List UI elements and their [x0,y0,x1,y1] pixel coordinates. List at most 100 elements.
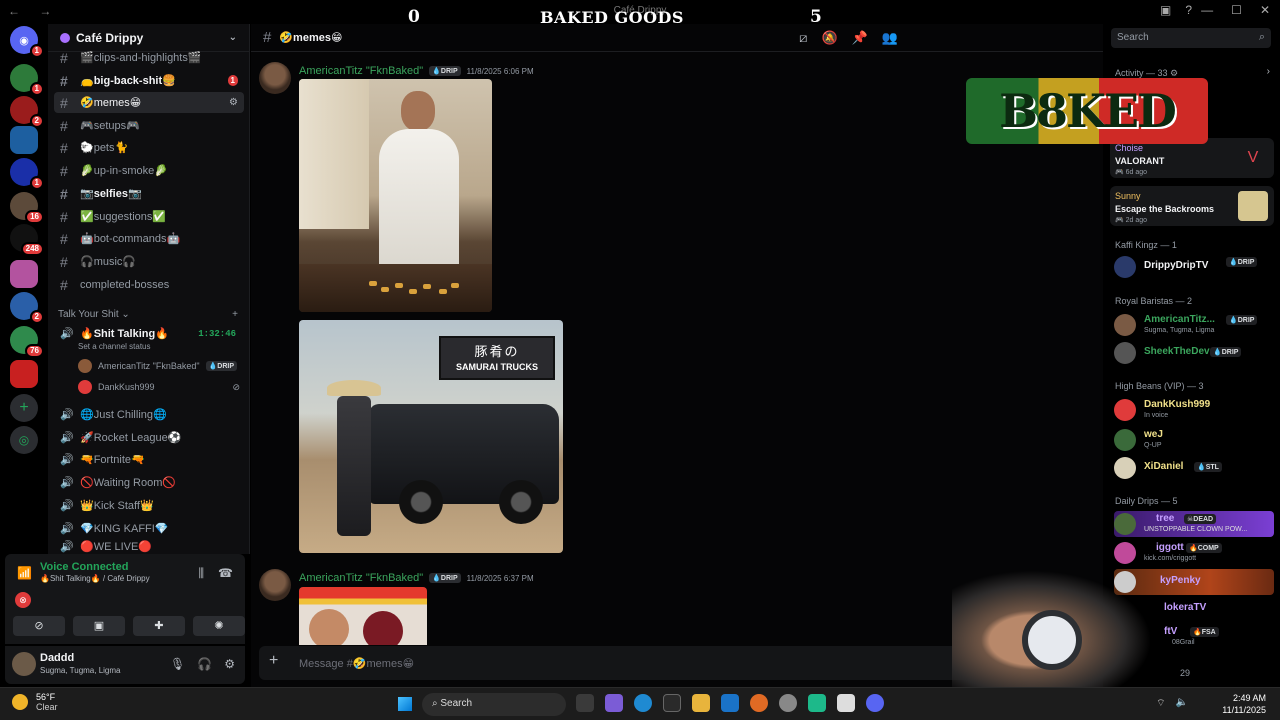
minimize-button[interactable]: — [1201,3,1213,17]
channel-item[interactable]: # ✅suggestions✅ [54,206,244,227]
inbox-icon[interactable]: ▣ [1160,3,1171,17]
help-icon[interactable]: ? [1185,3,1192,17]
server-icon[interactable]: 2 [10,96,44,128]
weather-widget[interactable]: 56°F Clear [12,692,58,712]
file-explorer-icon[interactable] [692,694,710,712]
add-channel-icon[interactable]: + [232,309,238,320]
member-item[interactable]: DankKush999 In voice [1114,397,1274,423]
voice-channel-active[interactable]: 🔊 🔥Shit Talking🔥 1:32:46 [54,323,244,344]
server-icon[interactable] [10,360,38,388]
clock[interactable]: 2:49 AM 11/11/2025 [1222,692,1266,716]
activity-time: 🎮 2d ago [1115,217,1148,224]
voice-channel[interactable]: 🔊 🌐Just Chilling🌐 [54,404,244,425]
avatar[interactable] [259,569,291,601]
windows-start-icon[interactable] [398,697,412,711]
pin-icon[interactable]: 📌 [852,30,868,46]
microphone-icon[interactable]: 🎙 [170,657,185,671]
firefox-icon[interactable] [750,694,768,712]
app-icon[interactable] [808,694,826,712]
channel-item-active[interactable]: # 🤣memes😁 ⚙ [54,92,244,113]
member-item[interactable]: tree ☠DEAD UNSTOPPABLE CLOWN POW... [1114,511,1274,537]
member-list-icon[interactable]: 👥 [882,30,898,46]
username[interactable]: Daddd [40,652,74,664]
disconnect-icon[interactable]: ☎ [218,566,233,581]
krisp-icon[interactable]: ⊗ [15,592,31,608]
copilot-icon[interactable] [605,694,623,712]
maximize-button[interactable]: ☐ [1231,3,1242,17]
channel-item[interactable]: # 🥬up-in-smoke🥬 [54,160,244,181]
headphones-icon[interactable]: 🎧 [197,657,212,671]
member-item[interactable]: AmericanTitz... 💧DRIP Sugma, Tugma, Ligma [1114,312,1274,338]
channel-item[interactable]: # 🎬clips-and-highlights🎬 [54,47,244,68]
channel-category[interactable]: Talk Your Shit ⌄ + [58,309,238,320]
discord-taskbar-icon[interactable] [866,694,884,712]
voice-channel[interactable]: 🔊 🔫Fortnite🔫 [54,449,244,470]
gear-icon[interactable]: ⚙ [224,657,235,671]
avatar[interactable] [12,652,36,676]
channel-status[interactable]: Set a channel status [78,342,151,351]
camera-off-button[interactable]: ⊘ [13,616,65,636]
discover-icon[interactable]: ◎ [10,426,38,454]
voice-channel[interactable]: 🔊 🚀Rocket League⚽ [54,427,244,448]
signal-icon[interactable]: 📶 [17,566,32,580]
voice-channel[interactable]: 🔊 🚫Waiting Room🚫 [54,472,244,493]
screen-share-button[interactable]: ▣ [73,616,125,636]
activity-card[interactable]: Choise VALORANT 🎮 6d ago V [1110,138,1274,178]
member-item[interactable]: DrippyDripTV 💧DRIP [1114,254,1274,280]
server-icon[interactable] [10,126,38,154]
server-icon[interactable]: 76 [10,326,44,358]
server-icon[interactable]: 248 [10,224,44,256]
channel-item[interactable]: # completed-bosses [54,274,244,295]
app-icon[interactable] [837,694,855,712]
notifications-muted-icon[interactable]: 🔕 [821,30,837,46]
member-item[interactable]: weJ Q-UP [1114,427,1274,453]
channel-item[interactable]: # 🎧music🎧 [54,251,244,272]
member-item[interactable]: iggott 🔥COMP kick.com/criggott [1114,540,1274,566]
channel-item[interactable]: # 🤖bot-commands🤖 [54,228,244,249]
channel-item[interactable]: # 🐑pets🐈 [54,137,244,158]
channel-item[interactable]: # 👝big-back-shit🍔 1 [54,70,244,91]
noise-suppression-icon[interactable]: ⫼ [199,566,205,581]
message-author[interactable]: AmericanTitz "FknBaked" [299,65,423,77]
avatar[interactable] [259,62,291,94]
voice-user[interactable]: AmericanTitz "FknBaked" 💧DRIP [78,359,240,373]
voice-channel[interactable]: 🔊 💎KING KAFFI💎 [54,518,244,539]
avatar [1114,513,1136,535]
store-icon[interactable] [663,694,681,712]
message-author[interactable]: AmericanTitz "FknBaked" [299,572,423,584]
attach-plus-icon[interactable]: + [269,652,278,670]
voice-channel[interactable]: 🔊 👑Kick Staff👑 [54,495,244,516]
edge-icon[interactable] [634,694,652,712]
add-server-icon[interactable]: + [10,394,38,422]
activity-card[interactable]: Sunny Escape the Backrooms 🎮 2d ago [1110,186,1274,226]
server-icon[interactable]: 1 [10,64,44,96]
soundboard-button[interactable]: ✺ [193,616,245,636]
volume-icon[interactable]: 🔈 [1176,697,1188,710]
close-button[interactable]: ✕ [1260,3,1270,17]
member-item[interactable]: XiDaniel 💧STL [1114,455,1274,481]
voice-user[interactable]: DankKush999 ⊘ [78,380,240,394]
search-input[interactable]: Search ⌕ [1111,28,1271,48]
settings-icon[interactable] [779,694,797,712]
task-view-icon[interactable] [576,694,594,712]
wifi-icon[interactable]: ⌔ [1156,697,1165,710]
chevron-right-icon[interactable]: › [1267,66,1270,77]
server-icon[interactable]: 2 [10,292,44,324]
image-attachment[interactable]: 豚肴の SAMURAI TRUCKS [299,320,563,553]
server-icon[interactable]: 1 [10,158,44,190]
voice-connected-subtitle[interactable]: 🔥Shit Talking🔥 / Café Drippy [40,574,150,583]
discord-home-icon[interactable]: ◉ 1 [10,26,44,58]
channel-item[interactable]: # 📷selfies📷 [54,183,244,204]
image-attachment[interactable] [299,79,492,312]
channel-item[interactable]: # 🎮setups🎮 [54,115,244,136]
threads-icon[interactable]: ⧄ [799,30,807,46]
taskbar-search[interactable]: ⌕ Search [422,693,566,716]
outlook-icon[interactable] [721,694,739,712]
server-icon[interactable] [10,260,38,288]
server-icon[interactable]: 16 [10,192,44,224]
voice-channel[interactable]: 🔊 🔴WE LIVE🔴 [54,539,244,553]
activities-button[interactable]: ✚ [133,616,185,636]
channel-settings-icon[interactable]: ⚙ [229,97,238,108]
image-attachment[interactable] [299,587,427,645]
member-item[interactable]: SheekTheDev 💧DRIP [1114,340,1274,366]
